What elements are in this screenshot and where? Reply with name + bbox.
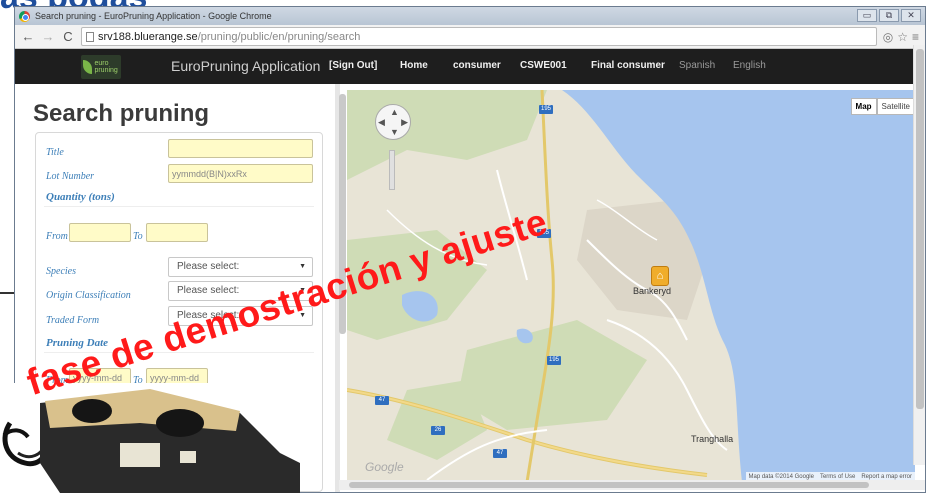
town-label: Tranghalla — [691, 434, 734, 444]
window-controls: ▭ ⧉ ✕ — [857, 9, 921, 22]
origin-selected: Please select: — [177, 285, 240, 296]
logo-text: euro pruning — [94, 60, 118, 74]
origin-label: Origin Classification — [46, 290, 131, 301]
app-navbar: euro pruning EuroPruning Application [Si… — [15, 49, 925, 84]
nav-final-consumer[interactable]: Final consumer — [591, 60, 665, 71]
nav-cswe001[interactable]: CSWE001 — [520, 60, 567, 71]
title-bar: Search pruning - EuroPruning Application… — [15, 7, 925, 25]
maximize-button[interactable]: ⧉ — [879, 9, 899, 22]
vertical-scrollbar[interactable] — [913, 45, 925, 465]
quantity-from-label: From — [46, 231, 68, 242]
lot-number-label: Lot Number — [46, 171, 95, 182]
road-shield: 195 — [539, 105, 553, 114]
pan-right-icon[interactable]: ▶ — [401, 117, 408, 128]
map[interactable]: ▲ ◀ ▶ ▼ Map Satellite 195 195 195 47 26 … — [347, 90, 915, 482]
arrow-right-icon[interactable]: → — [41, 29, 55, 44]
google-logo[interactable]: Google — [365, 460, 404, 474]
nav-spanish[interactable]: Spanish — [679, 60, 715, 71]
zoom-slider[interactable] — [389, 150, 395, 190]
quantity-to-input[interactable] — [146, 223, 208, 242]
lot-number-input[interactable]: yymmdd(B|N)xxRx — [168, 164, 313, 183]
browser-toolbar: ← → C srv188.bluerange.se/pruning/public… — [15, 25, 925, 49]
pan-down-icon[interactable]: ▼ — [390, 127, 399, 137]
road-shield: 47 — [375, 396, 389, 405]
url-host: srv188.bluerange.se — [98, 30, 198, 43]
window-title: Search pruning - EuroPruning Application… — [35, 11, 272, 21]
road-shield: 26 — [431, 426, 445, 435]
slide-rule — [0, 292, 14, 294]
extension-icon[interactable]: ◎ — [883, 30, 893, 44]
species-selected: Please select: — [177, 261, 240, 272]
species-select[interactable]: Please select: ▼ — [168, 257, 313, 277]
pan-up-icon[interactable]: ▲ — [390, 107, 399, 117]
page-title: Search pruning — [33, 100, 210, 127]
address-bar[interactable]: srv188.bluerange.se/pruning/public/en/pr… — [81, 27, 877, 46]
chrome-icon — [19, 10, 30, 22]
chevron-down-icon: ▼ — [299, 263, 306, 270]
scroll-thumb[interactable] — [349, 482, 869, 488]
slide: as podas Search pruning - EuroPruning Ap… — [0, 0, 930, 493]
home-marker-icon[interactable]: ⌂ — [651, 266, 669, 286]
page-icon — [86, 31, 94, 42]
nav-english[interactable]: English — [733, 60, 766, 71]
road-shield: 195 — [547, 356, 561, 365]
menu-icon[interactable]: ≡ — [912, 30, 919, 44]
map-type-control: Map Satellite — [850, 98, 915, 115]
nav-consumer[interactable]: consumer — [453, 60, 501, 71]
scroll-thumb[interactable] — [916, 49, 924, 409]
map-type-satellite[interactable]: Satellite — [876, 98, 915, 115]
europruning-logo[interactable]: euro pruning — [81, 55, 121, 79]
url-path: /pruning/public/en/pruning/search — [197, 30, 361, 43]
arrow-left-icon[interactable]: ← — [21, 29, 35, 44]
quantity-to-label: To — [133, 231, 143, 242]
nav-home[interactable]: Home — [400, 60, 428, 71]
divider — [44, 206, 314, 207]
reload-icon[interactable]: C — [61, 29, 75, 44]
pan-left-icon[interactable]: ◀ — [378, 117, 385, 128]
close-button[interactable]: ✕ — [901, 9, 921, 22]
leaf-icon — [83, 60, 93, 74]
traded-form-label: Traded Form — [46, 315, 100, 326]
app-title[interactable]: EuroPruning Application — [171, 58, 320, 74]
town-label: Bankeryd — [633, 286, 672, 296]
quantity-label: Quantity (tons) — [46, 191, 115, 203]
map-pan-control[interactable]: ▲ ◀ ▶ ▼ — [375, 104, 411, 140]
species-label: Species — [46, 266, 76, 277]
map-canvas[interactable] — [347, 90, 915, 482]
minimize-button[interactable]: ▭ — [857, 9, 877, 22]
horizontal-scrollbar[interactable] — [339, 480, 925, 490]
map-type-map[interactable]: Map — [850, 98, 877, 115]
title-input[interactable] — [168, 139, 313, 158]
quantity-from-input[interactable] — [69, 223, 131, 242]
bookmark-star-icon[interactable]: ☆ — [897, 30, 908, 44]
title-label: Title — [46, 147, 64, 158]
nav-sign-out[interactable]: [Sign Out] — [329, 60, 377, 71]
road-shield: 47 — [493, 449, 507, 458]
